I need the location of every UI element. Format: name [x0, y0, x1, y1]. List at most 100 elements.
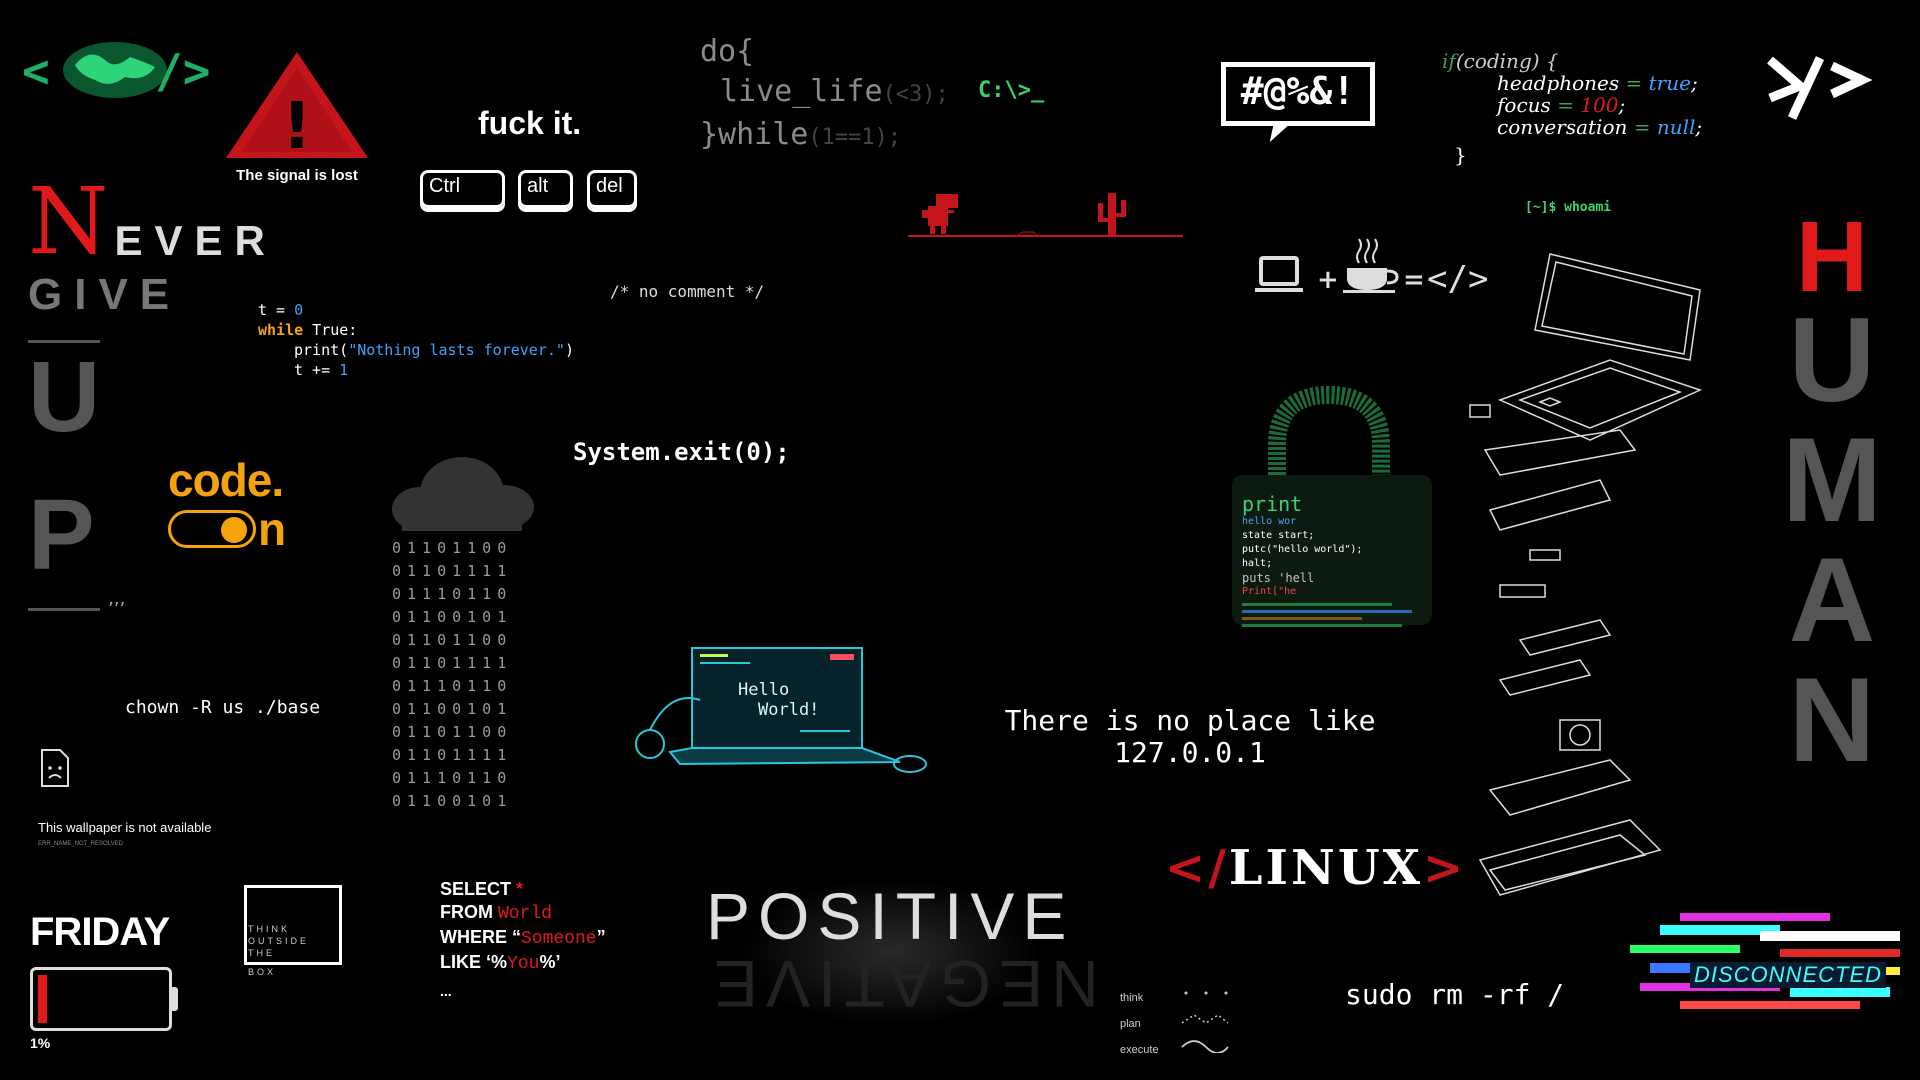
unavailable-text: This wallpaper is not available: [38, 820, 212, 835]
human-u: U: [1788, 293, 1876, 427]
think-word: THINK: [248, 924, 290, 934]
binary-row: 01110110: [392, 585, 513, 603]
battery-icon: [30, 967, 172, 1031]
swear-bubble: #@%&!: [1208, 55, 1388, 150]
binary-row: 01101100: [392, 723, 513, 741]
fuck-it-text: fuck it.: [478, 105, 582, 141]
hello-text: Hello: [738, 680, 790, 700]
headphones-val: true: [1648, 71, 1691, 95]
battery-fill: [38, 975, 47, 1023]
py-line-1: t = 0: [258, 300, 574, 320]
svg-text:/>: />: [155, 44, 210, 98]
cloud-icon: [392, 457, 534, 531]
sql-q-close: ”: [596, 927, 606, 947]
negative-text: NEGATIVE: [706, 947, 1099, 1021]
sql-select-kw: SELECT: [440, 879, 517, 899]
think-text-group: THINK OUTSIDE THE: [248, 923, 309, 959]
execute-row: execute: [1120, 1037, 1230, 1063]
headphones-line: headphones = true;: [1442, 72, 1702, 94]
plan-row: plan: [1120, 1011, 1230, 1037]
positive-text: POSITIVE: [706, 879, 1075, 953]
live-life-arg: (<3);: [882, 82, 949, 107]
binary-row: 01100101: [392, 792, 513, 810]
lock-code-line: puts 'hell: [1242, 571, 1315, 585]
dots-icon: [1184, 991, 1228, 995]
binary-row: 01110110: [392, 769, 513, 787]
no-comment-text: /* no comment */: [610, 282, 765, 301]
sql-q-open: “: [512, 927, 521, 947]
wave-icon: [1181, 1040, 1229, 1053]
py-line-3: print("Nothing lasts forever."): [258, 340, 574, 360]
py-line-2: while True:: [258, 320, 574, 340]
error-code: ERR_NAME_NOT_RESOLVED: [38, 841, 123, 847]
sql-you: You: [507, 954, 540, 974]
conversation-eq: =: [1627, 115, 1657, 139]
py-paren: ): [564, 341, 574, 359]
python-code-block: t = 0 while True: print("Nothing lasts f…: [258, 300, 574, 380]
lock-code-text: print hello wor state start; putc("hello…: [1242, 493, 1427, 627]
laptop-coffee-equation: + = </>: [1255, 238, 1495, 300]
while-text: }while: [700, 117, 809, 152]
linux-word: LINUX: [1228, 840, 1423, 896]
while-arg: (1==1);: [808, 125, 902, 150]
live-life-text: live_life: [720, 74, 883, 109]
focus-end: ;: [1618, 93, 1626, 117]
code-bracket-icon: [1767, 56, 1873, 120]
swear-text: #@%&!: [1240, 69, 1356, 113]
sudo-text: sudo rm -rf /: [1345, 978, 1565, 1011]
lock-code-line: halt;: [1242, 558, 1273, 569]
focus-eq: =: [1550, 93, 1581, 117]
lock-code-line: putc("hello world");: [1242, 544, 1363, 555]
lock-code-bar: [1242, 617, 1362, 620]
do-while-block: do{ live_life(<3); }while(1==1);: [700, 32, 949, 158]
lock-code-bar: [1242, 610, 1412, 613]
while-line: }while(1==1);: [700, 115, 949, 158]
laptop-icon: [1255, 256, 1303, 292]
headphones-eq: =: [1619, 71, 1649, 95]
conversation-val: null: [1656, 115, 1696, 139]
sql-select: SELECT *: [440, 878, 606, 901]
binary-row: 01101100: [392, 631, 513, 649]
if-keyword: if: [1442, 49, 1456, 73]
battery-percent: 1%: [30, 1035, 51, 1051]
sql-like-kw: LIKE: [440, 952, 487, 972]
del-key: del: [587, 170, 637, 208]
plan-label: plan: [1120, 1018, 1141, 1030]
py-eq: =: [267, 301, 295, 319]
py-while: while: [258, 321, 304, 339]
think-label: think: [1120, 992, 1144, 1004]
sql-like: LIKE ‘%You%’: [440, 951, 606, 976]
sql-star: *: [516, 879, 524, 899]
friday-block: FRIDAY 1%: [30, 910, 190, 1051]
alt-key: alt: [518, 170, 573, 208]
the-word: THE: [248, 948, 275, 958]
coffee-cup-icon: [1343, 238, 1399, 293]
conversation-name: conversation: [1497, 115, 1628, 139]
warning-triangle-icon: !: [226, 52, 368, 164]
plus-sign: +: [1317, 265, 1339, 295]
lock-code-bar: [1242, 603, 1392, 606]
disconnected-text: DISCONNECTED: [1690, 962, 1887, 988]
dino-game: [908, 188, 1183, 248]
equals-sign: =: [1403, 265, 1425, 295]
sql-ellipsis: ...: [440, 983, 452, 999]
world-text: World!: [758, 700, 820, 720]
py-var: t: [258, 301, 268, 319]
py-inc: 1: [339, 361, 349, 379]
conversation-line: conversation = null;: [1442, 116, 1702, 138]
box-word: BOX: [248, 967, 277, 977]
focus-val: 100: [1580, 93, 1619, 117]
sql-block: SELECT * FROM World WHERE “Someone” LIKE…: [440, 878, 606, 1003]
signal-lost-text: The signal is lost: [236, 167, 358, 184]
sql-like-close: %’: [539, 952, 561, 972]
close-brace: }: [1454, 143, 1467, 167]
dino-scene-icon: [908, 193, 1183, 237]
sql-where-kw: WHERE: [440, 927, 512, 947]
exploded-laptop: [1460, 250, 1705, 950]
signal-lost-block: ! The signal is lost: [222, 48, 372, 184]
linux-logo: </LINUX>: [1165, 840, 1466, 896]
on-text: n: [258, 503, 287, 555]
hello-world-laptop: Hello World!: [630, 640, 940, 780]
laptop-parts-icon: [1469, 253, 1703, 896]
svg-text:<: <: [22, 44, 50, 98]
